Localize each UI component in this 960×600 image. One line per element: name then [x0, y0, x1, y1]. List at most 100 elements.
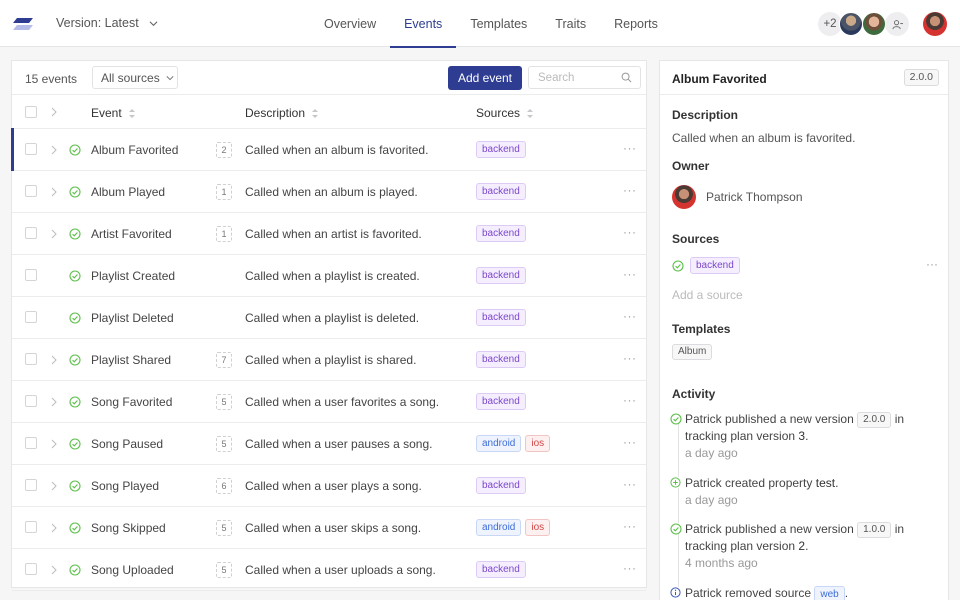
collaborator-avatar[interactable]: [862, 12, 886, 36]
row-checkbox[interactable]: [25, 353, 37, 365]
event-name[interactable]: Playlist Deleted: [91, 311, 174, 325]
column-description[interactable]: Description: [245, 106, 319, 120]
source-tag-backend[interactable]: backend: [476, 183, 526, 200]
row-more-button[interactable]: ···: [623, 561, 637, 575]
source-more-button[interactable]: ···: [926, 257, 938, 271]
source-tag-android[interactable]: android: [476, 435, 522, 452]
chevron-right-icon[interactable]: [50, 439, 58, 449]
version-selector[interactable]: Version: Latest: [56, 16, 158, 30]
sources-filter-dropdown[interactable]: All sources: [92, 66, 178, 89]
owner-name[interactable]: Patrick Thompson: [706, 190, 803, 204]
source-tag-backend[interactable]: backend: [476, 477, 526, 494]
row-more-button[interactable]: ···: [623, 225, 637, 239]
event-description: Called when an album is played.: [245, 185, 418, 199]
chevron-right-icon[interactable]: [50, 481, 58, 491]
row-more-button[interactable]: ···: [623, 141, 637, 155]
event-name[interactable]: Playlist Shared: [91, 353, 171, 367]
source-tag-backend[interactable]: backend: [476, 309, 526, 326]
tab-events[interactable]: Events: [390, 0, 457, 48]
table-row[interactable]: Playlist Created Called when a playlist i…: [12, 255, 646, 297]
row-checkbox[interactable]: [25, 269, 37, 281]
table-row[interactable]: Song Paused 5 Called when a user pauses a …: [12, 423, 646, 465]
tab-overview[interactable]: Overview: [310, 0, 390, 47]
activity-chip[interactable]: 1.0.0: [857, 522, 892, 538]
row-more-button[interactable]: ···: [623, 519, 637, 533]
table-row[interactable]: Playlist Deleted Called when a playlist i…: [12, 297, 646, 339]
row-more-button[interactable]: ···: [623, 477, 637, 491]
row-checkbox[interactable]: [25, 437, 37, 449]
source-tags: backend: [476, 225, 526, 242]
row-more-button[interactable]: ···: [623, 267, 637, 281]
column-event[interactable]: Event: [91, 106, 135, 120]
row-checkbox[interactable]: [25, 227, 37, 239]
event-name[interactable]: Song Paused: [91, 437, 163, 451]
main-nav: Overview Events Templates Traits Reports: [310, 0, 672, 48]
row-more-button[interactable]: ···: [623, 309, 637, 323]
row-more-button[interactable]: ···: [623, 183, 637, 197]
source-tag-backend[interactable]: backend: [476, 351, 526, 368]
source-tag-backend[interactable]: backend: [476, 393, 526, 410]
table-row[interactable]: Album Favorited 2 Called when an album is …: [11, 128, 646, 171]
event-name[interactable]: Song Uploaded: [91, 563, 174, 577]
row-checkbox[interactable]: [25, 479, 37, 491]
template-tag[interactable]: Album: [672, 344, 713, 360]
activity-chip[interactable]: 2.0.0: [857, 412, 892, 428]
description-text[interactable]: Called when an album is favorited.: [672, 131, 855, 145]
event-name[interactable]: Song Played: [91, 479, 159, 493]
source-tag-backend[interactable]: backend: [476, 561, 526, 578]
tab-traits[interactable]: Traits: [541, 0, 600, 47]
chevron-right-icon[interactable]: [50, 187, 58, 197]
activity-text-tail: .: [805, 539, 809, 553]
collaborator-avatar[interactable]: [839, 12, 863, 36]
tab-reports[interactable]: Reports: [600, 0, 672, 47]
chevron-right-icon[interactable]: [50, 229, 58, 239]
chevron-right-icon[interactable]: [50, 565, 58, 575]
event-name[interactable]: Album Played: [91, 185, 165, 199]
table-row[interactable]: Song Uploaded 5 Called when a user uploads…: [12, 549, 646, 591]
row-checkbox[interactable]: [25, 395, 37, 407]
event-name[interactable]: Song Favorited: [91, 395, 172, 409]
user-avatar[interactable]: [923, 12, 947, 36]
row-more-button[interactable]: ···: [623, 435, 637, 449]
column-sources[interactable]: Sources: [476, 106, 534, 120]
row-checkbox[interactable]: [25, 143, 37, 155]
source-tag-backend[interactable]: backend: [476, 267, 526, 284]
expand-all-icon[interactable]: [50, 107, 58, 117]
source-tag-ios[interactable]: ios: [525, 435, 551, 452]
add-collaborator-button[interactable]: [885, 12, 909, 36]
source-tag-backend[interactable]: backend: [476, 141, 526, 158]
event-name[interactable]: Playlist Created: [91, 269, 175, 283]
source-tag-ios[interactable]: ios: [525, 519, 551, 536]
row-checkbox[interactable]: [25, 185, 37, 197]
table-row[interactable]: Song Played 6 Called when a user plays a s…: [12, 465, 646, 507]
row-checkbox[interactable]: [25, 521, 37, 533]
table-row[interactable]: Playlist Shared 7 Called when a playlist i…: [12, 339, 646, 381]
check-circle-icon: [69, 144, 81, 156]
event-name[interactable]: Artist Favorited: [91, 227, 172, 241]
select-all-checkbox[interactable]: [25, 106, 37, 118]
activity-item: Patrick published a new version 2.0.0 in…: [670, 411, 940, 461]
table-row[interactable]: Song Favorited 5 Called when a user favori…: [12, 381, 646, 423]
add-event-button[interactable]: Add event: [448, 66, 522, 90]
table-row[interactable]: Artist Favorited 1 Called when an artist i…: [12, 213, 646, 255]
row-checkbox[interactable]: [25, 563, 37, 575]
chevron-right-icon[interactable]: [50, 523, 58, 533]
source-tag-android[interactable]: android: [476, 519, 522, 536]
logo-icon[interactable]: [11, 16, 35, 32]
chevron-right-icon[interactable]: [50, 397, 58, 407]
row-more-button[interactable]: ···: [623, 393, 637, 407]
chevron-right-icon[interactable]: [50, 355, 58, 365]
row-checkbox[interactable]: [25, 311, 37, 323]
event-name[interactable]: Album Favorited: [91, 143, 178, 157]
table-row[interactable]: Album Played 1 Called when an album is pla…: [12, 171, 646, 213]
activity-chip[interactable]: web: [814, 586, 845, 600]
tab-templates[interactable]: Templates: [456, 0, 541, 47]
chevron-right-icon[interactable]: [50, 145, 58, 155]
source-tag[interactable]: backend: [690, 257, 740, 274]
source-tag-backend[interactable]: backend: [476, 225, 526, 242]
add-source-link[interactable]: Add a source: [672, 288, 743, 302]
event-name[interactable]: Song Skipped: [91, 521, 166, 535]
version-badge[interactable]: 2.0.0: [903, 69, 939, 86]
row-more-button[interactable]: ···: [623, 351, 637, 365]
table-row[interactable]: Song Skipped 5 Called when a user skips a …: [12, 507, 646, 549]
